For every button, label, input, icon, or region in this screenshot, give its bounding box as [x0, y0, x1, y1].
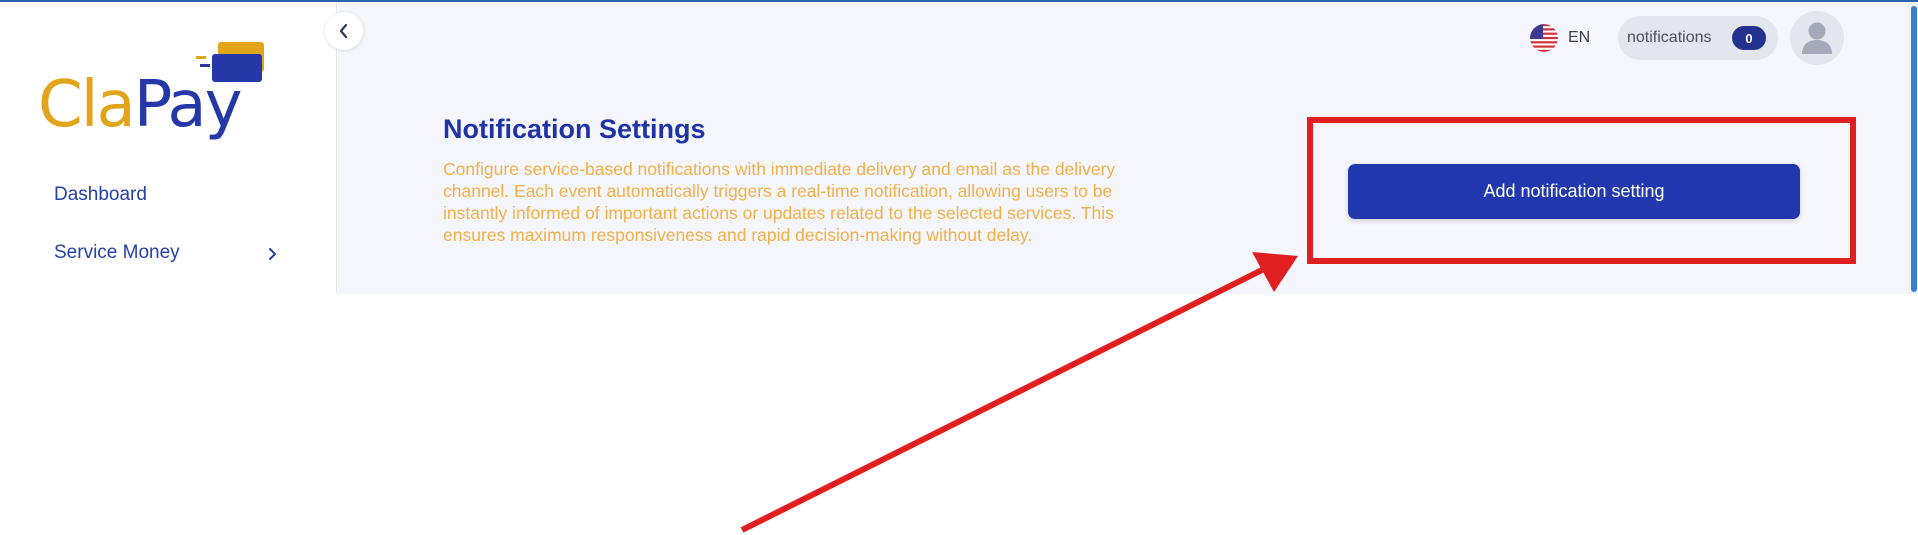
- sidebar-item-service-money[interactable]: Service Money: [54, 242, 180, 264]
- page-title: Notification Settings: [443, 114, 706, 144]
- user-avatar-icon: [1802, 22, 1832, 54]
- clapay-logo[interactable]: ClaPay: [38, 40, 278, 146]
- notifications-label: notifications: [1627, 29, 1712, 46]
- scrollbar-thumb[interactable]: [1911, 6, 1917, 292]
- chevron-right-icon[interactable]: [266, 244, 280, 264]
- sidebar-collapse-button[interactable]: [325, 12, 363, 50]
- sidebar-item-dashboard[interactable]: Dashboard: [54, 184, 147, 206]
- us-flag-icon: [1530, 24, 1558, 52]
- chevron-left-icon: [339, 23, 348, 39]
- logo-wordmark: ClaPay: [38, 68, 242, 142]
- notifications-count-badge: 0: [1732, 26, 1766, 50]
- notifications-button[interactable]: notifications 0: [1618, 16, 1778, 60]
- language-selector[interactable]: EN: [1530, 24, 1590, 52]
- annotation-highlight-box: [1307, 117, 1856, 264]
- page-description: Configure service-based notifications wi…: [443, 159, 1116, 245]
- sidebar: ClaPay Dashboard Service Money: [0, 2, 337, 294]
- user-avatar-button[interactable]: [1790, 11, 1844, 65]
- language-code: EN: [1568, 29, 1591, 46]
